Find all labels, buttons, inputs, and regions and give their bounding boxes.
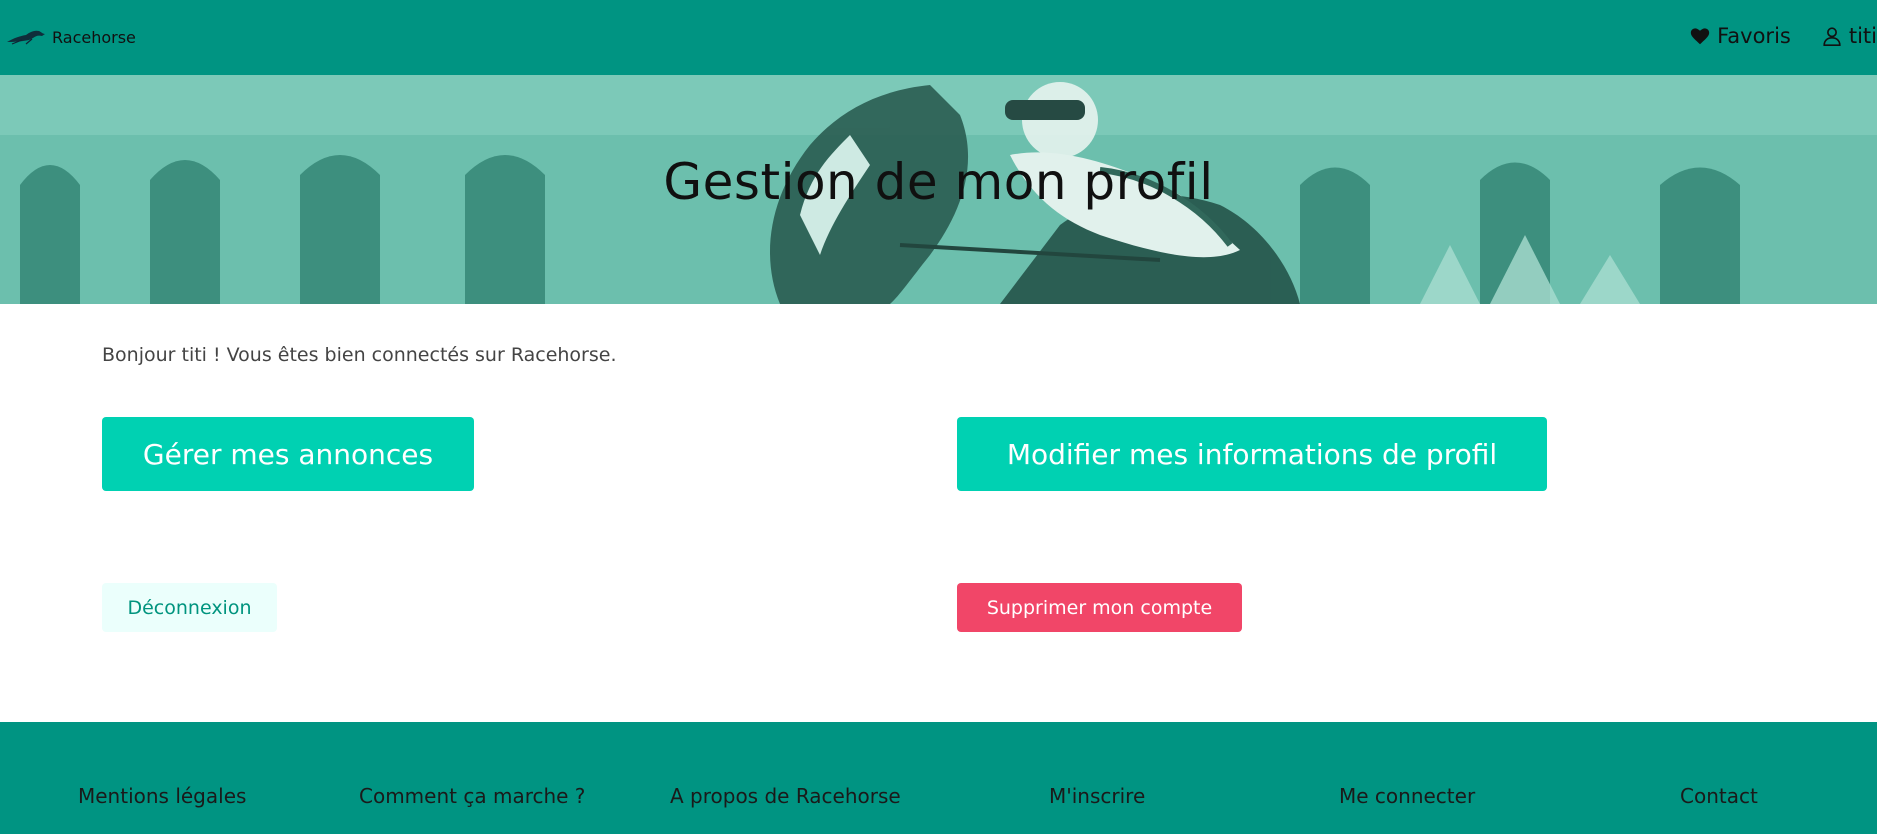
footer-link-signup[interactable]: M'inscrire <box>1049 784 1145 808</box>
footer-link-legal[interactable]: Mentions légales <box>78 784 246 808</box>
brand-name: Racehorse <box>52 27 136 47</box>
delete-account-button[interactable]: Supprimer mon compte <box>957 583 1242 632</box>
user-account-link[interactable]: titi <box>1821 24 1877 48</box>
brand-logo-link[interactable]: Racehorse <box>6 22 136 52</box>
profile-management-content: Bonjour titi ! Vous êtes bien connectés … <box>0 304 1877 722</box>
footer-link-contact[interactable]: Contact <box>1680 784 1758 808</box>
user-icon <box>1823 27 1841 46</box>
user-name-label: titi <box>1848 24 1877 48</box>
welcome-message: Bonjour titi ! Vous êtes bien connectés … <box>102 344 617 366</box>
page-title: Gestion de mon profil <box>663 153 1214 211</box>
hero-banner: Gestion de mon profil <box>0 75 1877 304</box>
user-nav: Favoris titi <box>1689 18 1877 54</box>
site-footer: Mentions légales Comment ça marche ? A p… <box>0 722 1877 834</box>
edit-profile-button[interactable]: Modifier mes informations de profil <box>957 417 1547 491</box>
favorites-link[interactable]: Favoris <box>1689 24 1791 48</box>
horse-logo-icon <box>7 30 45 45</box>
manage-ads-button[interactable]: Gérer mes annonces <box>102 417 474 491</box>
heart-icon <box>1690 28 1710 45</box>
footer-link-about[interactable]: A propos de Racehorse <box>670 784 901 808</box>
top-navbar: Racehorse Favoris titi <box>0 0 1877 75</box>
footer-link-how-it-works[interactable]: Comment ça marche ? <box>359 784 585 808</box>
footer-link-login[interactable]: Me connecter <box>1339 784 1475 808</box>
logout-button[interactable]: Déconnexion <box>102 583 277 632</box>
favorites-label: Favoris <box>1717 24 1791 48</box>
